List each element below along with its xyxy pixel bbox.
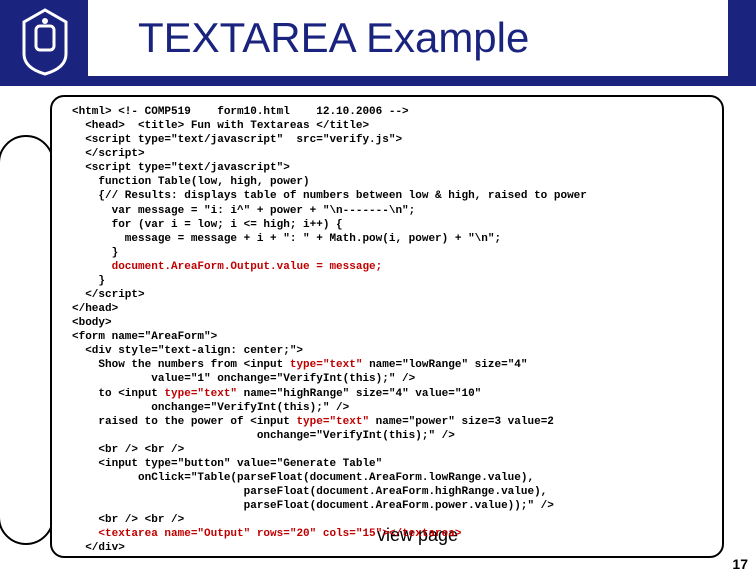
code-box: <html> <!- COMP519 form10.html 12.10.200…	[50, 95, 724, 558]
decorative-curve	[0, 135, 54, 545]
code-listing: <html> <!- COMP519 form10.html 12.10.200…	[72, 105, 702, 558]
content-area: <html> <!- COMP519 form10.html 12.10.200…	[20, 95, 736, 558]
page-number: 17	[732, 556, 748, 572]
title-box: TEXTAREA Example	[88, 0, 728, 80]
university-logo	[18, 6, 72, 76]
header-bar: TEXTAREA Example	[0, 0, 756, 86]
slide-title: TEXTAREA Example	[138, 14, 529, 62]
